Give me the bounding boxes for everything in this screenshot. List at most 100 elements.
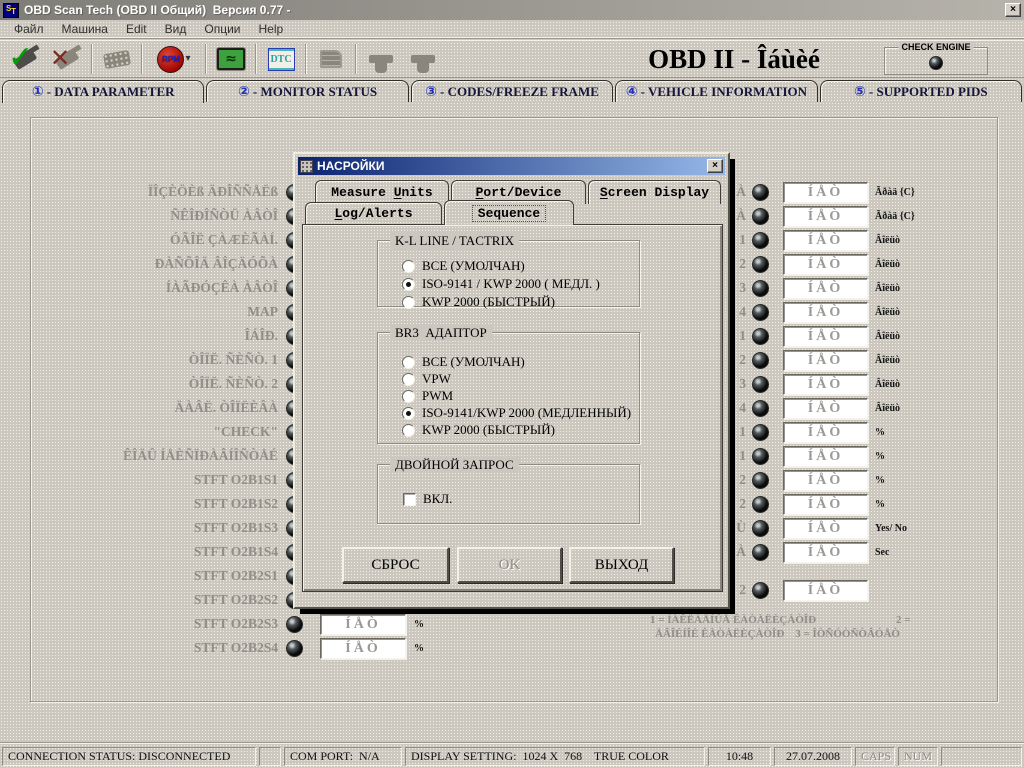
radio-option[interactable]: PWM — [402, 388, 453, 404]
param-led — [752, 256, 769, 273]
param-label: ÐÀÑÕÎÄ ÂÎÇÄÓÕÀ — [36, 256, 278, 272]
group-title: K-L LINE / TACTRIX — [390, 233, 519, 249]
param-led — [286, 616, 303, 633]
param-value-box: ÍÅÒ — [783, 446, 868, 467]
param-label: ÎÁÎÐ. — [36, 328, 278, 344]
radio-option[interactable]: KWP 2000 (БЫСТРЫЙ) — [402, 422, 555, 438]
param-led — [752, 582, 769, 599]
param-value-box: ÍÅÒ — [320, 614, 406, 635]
param-value-box: ÍÅÒ — [783, 494, 868, 515]
status-connection: CONNECTION STATUS: DISCONNECTED — [2, 747, 256, 766]
param-unit: % — [414, 643, 424, 654]
dialog-tab-2-1[interactable]: Sequence — [444, 200, 574, 225]
status-time: 10:48 — [708, 747, 771, 766]
dialog-tab-label: Log/Alerts — [334, 206, 412, 221]
dialog-tab-1-2[interactable]: Screen Display — [588, 180, 721, 204]
param-value-box: ÍÅÒ — [783, 580, 868, 601]
radio-option[interactable]: VPW — [402, 371, 451, 387]
param-led — [752, 544, 769, 561]
param-unit: Âîëüò — [875, 355, 900, 366]
param-label: STFT O2B2S3 — [36, 616, 278, 632]
param-label: STFT O2B1S2 — [36, 496, 278, 512]
param-led — [752, 232, 769, 249]
dialog-tab-label: Measure Units — [331, 185, 432, 200]
status-filler — [941, 747, 1022, 766]
radio-option[interactable]: ВСЕ (УМОЛЧАН) — [402, 354, 525, 370]
radio-icon — [402, 278, 415, 291]
status-date: 27.07.2008 — [774, 747, 852, 766]
param-unit: Âîëüò — [875, 379, 900, 390]
dialog-titlebar[interactable]: НАСРОЙКИ × — [298, 157, 725, 175]
param-label: "CHECK" — [36, 424, 278, 440]
param-label: STFT O2B1S3 — [36, 520, 278, 536]
radio-icon — [402, 373, 415, 386]
dialog-tab-label: Screen Display — [600, 185, 709, 200]
param-led — [752, 184, 769, 201]
settings-dialog: НАСРОЙКИ × Measure Units Port/Device Scree… — [293, 152, 730, 609]
dialog-close-button[interactable]: × — [707, 159, 723, 173]
param-label: ÏÎÇÈÖÈß ÄÐÎÑÑÅËß — [36, 184, 278, 200]
param-led — [752, 424, 769, 441]
dual-request-group: ДВОЙНОЙ ЗАПРОС ВКЛ. — [377, 464, 640, 524]
param-value-box: ÍÅÒ — [783, 206, 868, 227]
param-value-box: ÍÅÒ — [783, 326, 868, 347]
radio-label: ISO-9141 / KWP 2000 ( МЕДЛ. ) — [422, 276, 600, 292]
dialog-tab-label: Sequence — [472, 205, 546, 222]
ok-button[interactable]: OK — [457, 547, 562, 583]
radio-label: PWM — [422, 388, 453, 404]
exit-button[interactable]: ВЫХОД — [569, 547, 674, 583]
param-label: ÒÎÏË. ÑÈÑÒ. 1 — [36, 352, 278, 368]
param-unit: Âîëüò — [875, 331, 900, 342]
radio-label: ВСЕ (УМОЛЧАН) — [422, 258, 525, 274]
param-value-box: ÍÅÒ — [320, 638, 406, 659]
param-led — [286, 640, 303, 657]
param-label: ÊÎÄÛ ÍÅÈÑÏÐÀÂÍÎÑÒÅÉ — [36, 448, 278, 464]
option-group-1: BR3 АДАПТОРВСЕ (УМОЛЧАН)VPWPWMISO-9141/K… — [377, 332, 640, 444]
param-value-box: ÍÅÒ — [783, 182, 868, 203]
status-com-port: COM PORT: N/A — [284, 747, 402, 766]
radio-option[interactable]: ISO-9141 / KWP 2000 ( МЕДЛ. ) — [402, 276, 600, 292]
radio-option[interactable]: KWP 2000 (БЫСТРЫЙ) — [402, 294, 555, 310]
param-value-box: ÍÅÒ — [783, 422, 868, 443]
param-value-box: ÍÅÒ — [783, 518, 868, 539]
param-value-box: ÍÅÒ — [783, 398, 868, 419]
radio-icon — [402, 407, 415, 420]
radio-label: ВСЕ (УМОЛЧАН) — [422, 354, 525, 370]
radio-label: KWP 2000 (БЫСТРЫЙ) — [422, 422, 555, 438]
radio-icon — [402, 390, 415, 403]
param-led — [752, 352, 769, 369]
param-unit: Âîëüò — [875, 307, 900, 318]
param-unit: % — [875, 499, 885, 510]
radio-option[interactable]: ISO-9141/KWP 2000 (МЕДЛЕННЫЙ) — [402, 405, 631, 421]
radio-option[interactable]: ВСЕ (УМОЛЧАН) — [402, 258, 525, 274]
enable-checkbox-option[interactable]: ВКЛ. — [403, 491, 452, 507]
param-unit: Ãðàä {C} — [875, 187, 915, 198]
param-value-box: ÍÅÒ — [783, 278, 868, 299]
status-display-setting: DISPLAY SETTING: 1024 X 768 TRUE COLOR — [405, 747, 705, 766]
param-unit: Âîëüò — [875, 403, 900, 414]
dialog-tab-2-0[interactable]: Log/Alerts — [305, 202, 442, 224]
footnote-line2: ÄÂÎÉÍÎÉ ÊÀÒÀËÈÇÀÒÎÐ 3 = ÎÒÑÓÒÑÒÂÓÅÒ — [655, 628, 900, 641]
param-value-box: ÍÅÒ — [783, 302, 868, 323]
radio-label: VPW — [422, 371, 451, 387]
dialog-tab-label: Port/Device — [476, 185, 562, 200]
param-label: MAP — [36, 304, 278, 320]
reset-button[interactable]: СБРОС — [342, 547, 449, 583]
radio-dot — [406, 282, 411, 287]
footnote-line1: 1 = ÍÀÊËÀÄÍÛÅ ÊÀÒÀËÈÇÀÒÎÐ — [650, 614, 816, 627]
dialog-tab-1-0[interactable]: Measure Units — [315, 180, 449, 204]
param-label: ÒÎÏË. ÑÈÑÒ. 2 — [36, 376, 278, 392]
radio-icon — [402, 296, 415, 309]
param-value-box: ÍÅÒ — [783, 374, 868, 395]
param-led — [752, 496, 769, 513]
param-label: ÍÀÃÐÓÇÊÀ ÀÂÒÎ — [36, 280, 278, 296]
param-label: STFT O2B2S1 — [36, 568, 278, 584]
param-led — [752, 400, 769, 417]
param-led — [752, 520, 769, 537]
param-unit: % — [875, 451, 885, 462]
param-value-box: ÍÅÒ — [783, 230, 868, 251]
param-label: STFT O2B1S4 — [36, 544, 278, 560]
radio-label: KWP 2000 (БЫСТРЫЙ) — [422, 294, 555, 310]
param-label: STFT O2B1S1 — [36, 472, 278, 488]
param-label: ÑÊÎÐÎÑÒÜ ÀÂÒÎ — [36, 208, 278, 224]
